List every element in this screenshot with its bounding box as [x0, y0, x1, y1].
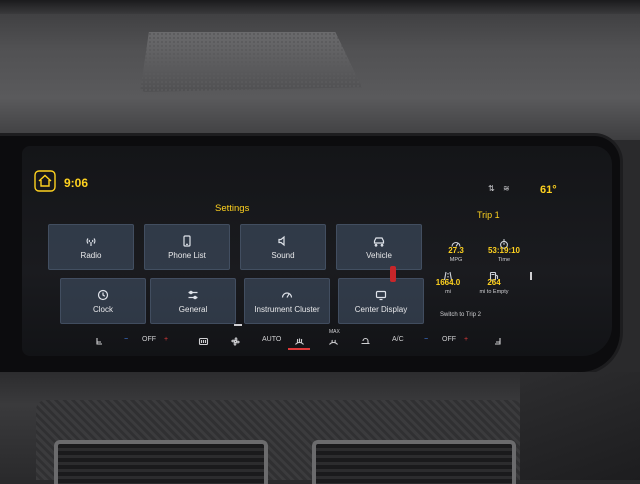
- fan-left-value: OFF: [142, 336, 156, 343]
- clock-time: 9:06: [64, 176, 89, 190]
- fan-left-plus-button[interactable]: +: [164, 336, 168, 343]
- tile-label: Phone List: [168, 250, 206, 260]
- trip-stat-range: 264 mi to Empty: [464, 268, 524, 296]
- auto-button[interactable]: AUTO: [262, 336, 281, 343]
- max-defrost-icon: [329, 339, 338, 345]
- front-defrost-button[interactable]: [294, 336, 305, 349]
- radio-icon: [85, 235, 97, 247]
- recirculation-button[interactable]: [360, 336, 371, 349]
- fan-icon: [231, 337, 240, 346]
- bluetooth-icon: ⇅: [488, 184, 495, 193]
- max-label: MAX: [329, 329, 340, 335]
- trip-title: Trip 1: [477, 210, 500, 220]
- heated-seat-icon: [495, 338, 501, 345]
- home-icon: [34, 170, 56, 192]
- front-defrost-icon: [295, 338, 304, 345]
- fan-left-minus-button[interactable]: −: [124, 336, 128, 343]
- trip-stat-time: 53:19:10 Time: [474, 236, 534, 264]
- air-vent-right: [312, 440, 516, 484]
- panel-handle[interactable]: [530, 272, 532, 280]
- tile-center-display[interactable]: Center Display: [338, 278, 424, 324]
- recirculation-icon: [361, 337, 370, 345]
- ac-button[interactable]: A/C: [392, 336, 404, 343]
- windshield-edge: [0, 0, 640, 14]
- heated-seat-icon: [96, 338, 102, 345]
- tile-phone-list[interactable]: Phone List: [144, 224, 230, 270]
- wifi-icon: ≋: [502, 184, 510, 193]
- trip-time-label: Time: [497, 257, 511, 263]
- fan-right-plus-button[interactable]: +: [464, 336, 468, 343]
- tile-instrument-cluster[interactable]: Instrument Cluster: [244, 278, 330, 324]
- air-vent-left: [54, 440, 268, 484]
- tile-clock[interactable]: Clock: [60, 278, 146, 324]
- gauge-icon: [281, 289, 293, 301]
- fan-button[interactable]: [230, 336, 241, 349]
- tile-radio[interactable]: Radio: [48, 224, 134, 270]
- page-title: Settings: [215, 203, 250, 214]
- stopwatch-icon: [474, 236, 534, 249]
- display-icon: [375, 289, 387, 301]
- tile-label: Vehicle: [366, 250, 392, 260]
- fan-right-value: OFF: [442, 336, 456, 343]
- phone-icon: [181, 234, 193, 247]
- tile-label: Clock: [92, 304, 113, 314]
- tile-general[interactable]: General: [150, 278, 236, 324]
- car-icon: [373, 235, 385, 247]
- heated-seat-left-button[interactable]: [94, 336, 105, 349]
- sliders-icon: [187, 289, 199, 301]
- switch-trip-button[interactable]: Switch to Trip 2: [440, 312, 481, 318]
- max-defrost-button[interactable]: [328, 336, 339, 349]
- heated-seat-right-button[interactable]: [492, 336, 503, 349]
- status-icons: ⇅ ≋: [488, 184, 518, 196]
- trip-range-value: 264: [487, 278, 501, 287]
- clock-icon: [97, 289, 109, 301]
- dash-speaker-grille: [140, 32, 362, 92]
- tile-label: Radio: [80, 250, 102, 260]
- tile-label: Center Display: [354, 304, 408, 314]
- climate-bar: − OFF + AUTO MAX A/C − OFF +: [86, 329, 526, 350]
- rear-defrost-icon: [198, 337, 209, 346]
- console-trim: [520, 372, 640, 480]
- tile-label: Instrument Cluster: [254, 304, 320, 314]
- trip-range-label: mi to Empty: [479, 289, 509, 295]
- page-indicator: [234, 324, 242, 326]
- tile-label: Sound: [271, 250, 295, 260]
- tile-vehicle[interactable]: Vehicle: [336, 224, 422, 270]
- outside-temperature: 61°: [540, 184, 557, 196]
- trip-time-value: 53:19:10: [487, 246, 521, 255]
- fuel-pump-icon: [464, 268, 524, 281]
- defrost-rear-button[interactable]: [198, 336, 209, 349]
- home-button[interactable]: [34, 170, 56, 192]
- infotainment-screen: 9:06 Settings ⇅ ≋ 61° Radio Phone List S…: [22, 146, 612, 356]
- fan-right-minus-button[interactable]: −: [424, 336, 428, 343]
- red-indicator: [390, 266, 396, 282]
- speaker-icon: [277, 235, 289, 247]
- tile-sound[interactable]: Sound: [240, 224, 326, 270]
- tile-label: General: [178, 304, 208, 314]
